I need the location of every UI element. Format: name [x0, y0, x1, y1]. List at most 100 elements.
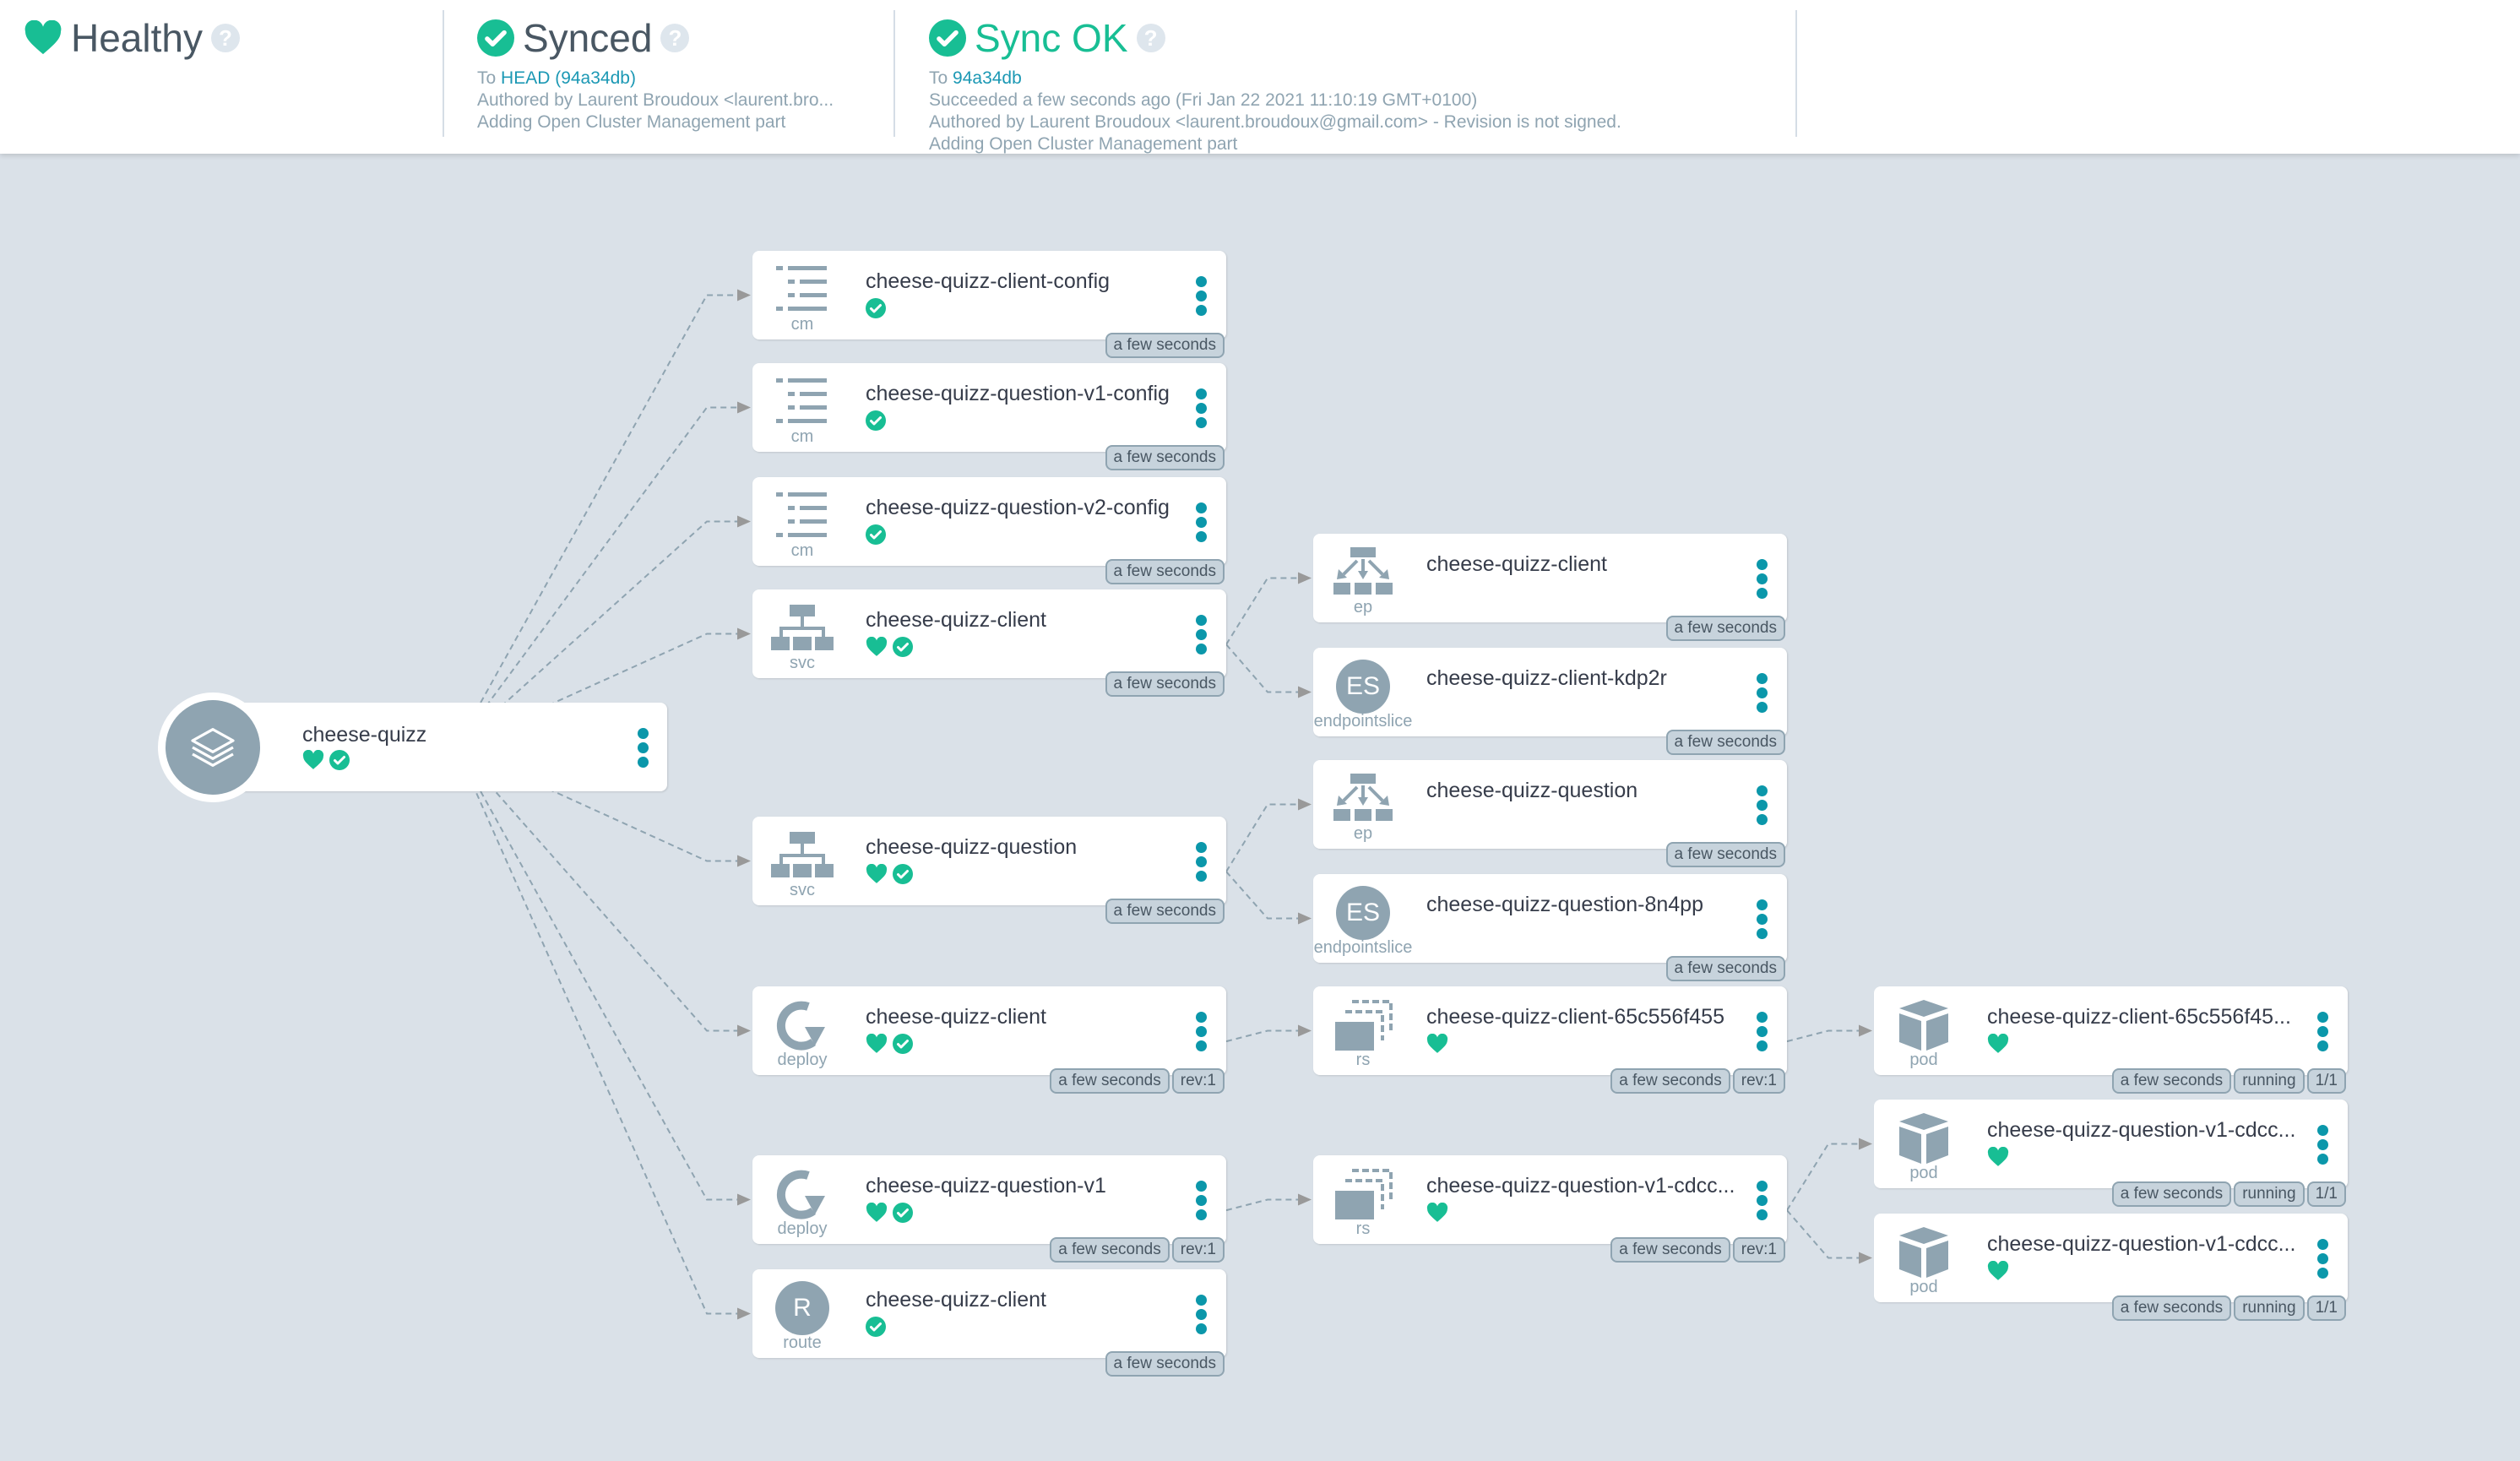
- operation-status-panel: Sync OK ? To 94a34db Succeeded a few sec…: [929, 8, 1621, 155]
- replicaset-icon: [1332, 1167, 1394, 1221]
- replicaset-icon: [1332, 998, 1394, 1052]
- revision-link[interactable]: HEAD (94a34db): [501, 68, 636, 88]
- deploy-icon: [771, 1167, 834, 1221]
- node-status: [1987, 1034, 2009, 1054]
- resource-node-pod[interactable]: pod cheese-quizz-question-v1-cdcc... a f…: [1874, 1100, 2348, 1207]
- pod-icon: [1893, 998, 1955, 1052]
- node-menu-button[interactable]: [1757, 1012, 1768, 1051]
- node-status: [866, 864, 913, 884]
- node-menu-button[interactable]: [1196, 502, 1208, 542]
- question-icon[interactable]: ?: [660, 24, 690, 52]
- arrow-head-icon: [737, 1307, 751, 1320]
- configmap-icon: [771, 375, 834, 429]
- node-menu-button[interactable]: [638, 728, 649, 768]
- node-tag: a few seconds: [2111, 1181, 2232, 1207]
- node-menu-button[interactable]: [1757, 673, 1768, 713]
- node-name: cheese-quizz-question: [1426, 779, 1638, 802]
- resource-node-endpointslice[interactable]: ES endpointslice cheese-quizz-client-kdp…: [1313, 648, 1787, 755]
- sync-message: Adding Open Cluster Management part: [477, 112, 786, 132]
- resource-node-svc[interactable]: svc cheese-quizz-question a few seconds: [752, 817, 1226, 924]
- resource-node-rs[interactable]: rs cheese-quizz-client-65c556f455 a few …: [1313, 986, 1787, 1094]
- resource-node-rs[interactable]: rs cheese-quizz-question-v1-cdcc... a fe…: [1313, 1155, 1787, 1263]
- node-menu-button[interactable]: [1196, 1012, 1208, 1051]
- node-menu-button[interactable]: [2317, 1012, 2329, 1051]
- node-tag: a few seconds: [1665, 730, 1785, 755]
- node-tag: running: [2234, 1181, 2305, 1207]
- node-tag: rev:1: [1732, 1237, 1785, 1263]
- node-tag: a few seconds: [1050, 1068, 1170, 1094]
- arrow-head-icon: [737, 289, 751, 301]
- node-tags: a few seconds rev:1: [1050, 1237, 1225, 1263]
- heart-icon: [1987, 1147, 2009, 1166]
- heart-icon: [1426, 1034, 1448, 1053]
- resource-node-endpointslice[interactable]: ES endpointslice cheese-quizz-question-8…: [1313, 874, 1787, 981]
- node-menu-button[interactable]: [1757, 785, 1768, 825]
- node-kind: endpointslice: [1313, 938, 1413, 957]
- health-status-label: Healthy: [71, 16, 203, 60]
- question-icon[interactable]: ?: [210, 24, 240, 52]
- node-menu-button[interactable]: [2317, 1239, 2329, 1279]
- resource-node-cm[interactable]: cm cheese-quizz-client-config a few seco…: [752, 251, 1226, 358]
- node-tags: a few seconds running 1/1: [2111, 1068, 2346, 1094]
- arrow-head-icon: [737, 1024, 751, 1037]
- node-tag: a few seconds: [1105, 899, 1225, 924]
- node-menu-button[interactable]: [1196, 1295, 1208, 1334]
- pod-icon: [1893, 1111, 1955, 1165]
- node-menu-button[interactable]: [1757, 559, 1768, 599]
- edge-svc2-es2: [1225, 871, 1300, 920]
- node-menu-button[interactable]: [1757, 899, 1768, 939]
- node-tag: a few seconds: [1665, 842, 1785, 867]
- deploy-icon: [771, 998, 834, 1052]
- node-kind: cm: [790, 427, 814, 446]
- edge-dep1-rs1: [1225, 1029, 1300, 1043]
- node-name: cheese-quizz-client: [866, 608, 1046, 632]
- resource-node-deploy[interactable]: deploy cheese-quizz-question-v1 a few se…: [752, 1155, 1226, 1263]
- arrow-head-icon: [1859, 1138, 1872, 1150]
- node-menu-button[interactable]: [1196, 388, 1208, 428]
- app-status-header: Healthy ? Synced ? To HEAD (94a34db) Aut…: [0, 0, 2520, 154]
- divider: [893, 10, 895, 137]
- arrow-head-icon: [1859, 1024, 1872, 1037]
- node-tag: a few seconds: [1050, 1237, 1170, 1263]
- resource-node-pod[interactable]: pod cheese-quizz-question-v1-cdcc... a f…: [1874, 1214, 2348, 1321]
- resource-node-route[interactable]: R route cheese-quizz-client a few second…: [752, 1269, 1226, 1377]
- node-status: [302, 750, 350, 770]
- check-circle-icon: [866, 298, 886, 318]
- node-name: cheese-quizz-question-v1-cdcc...: [1987, 1232, 2296, 1256]
- node-menu-button[interactable]: [1196, 842, 1208, 882]
- node-menu-button[interactable]: [1196, 615, 1208, 654]
- root-app-node[interactable]: cheese-quizz: [213, 703, 667, 791]
- node-name: cheese-quizz-client: [866, 1288, 1046, 1312]
- question-icon[interactable]: ?: [1136, 24, 1165, 52]
- heart-icon: [1987, 1261, 2009, 1280]
- resource-node-pod[interactable]: pod cheese-quizz-client-65c556f45... a f…: [1874, 986, 2348, 1094]
- node-menu-button[interactable]: [1196, 276, 1208, 316]
- resource-node-deploy[interactable]: deploy cheese-quizz-client a few seconds…: [752, 986, 1226, 1094]
- node-kind: ep: [1353, 824, 1373, 843]
- node-tag: a few seconds: [1665, 616, 1785, 641]
- edge-root-cm2: [455, 406, 739, 748]
- node-status: [866, 1317, 886, 1337]
- arrow-head-icon: [737, 855, 751, 867]
- node-tag: rev:1: [1171, 1237, 1225, 1263]
- arrow-head-icon: [737, 401, 751, 414]
- arrow-head-icon: [737, 627, 751, 640]
- resource-node-svc[interactable]: svc cheese-quizz-client a few seconds: [752, 589, 1226, 697]
- configmap-icon: [771, 489, 834, 543]
- check-circle-icon: [893, 1203, 913, 1223]
- node-menu-button[interactable]: [1196, 1181, 1208, 1220]
- node-name: cheese-quizz-question-v2-config: [866, 496, 1170, 519]
- service-icon: [771, 828, 834, 883]
- revision-link[interactable]: 94a34db: [953, 68, 1022, 88]
- resource-node-cm[interactable]: cm cheese-quizz-question-v2-config a few…: [752, 477, 1226, 584]
- operation-message: Adding Open Cluster Management part: [929, 134, 1238, 154]
- resource-node-cm[interactable]: cm cheese-quizz-question-v1-config a few…: [752, 363, 1226, 470]
- node-menu-button[interactable]: [2317, 1125, 2329, 1165]
- resource-node-ep[interactable]: ep cheese-quizz-client a few seconds: [1313, 534, 1787, 641]
- node-tag: 1/1: [2306, 1068, 2346, 1094]
- edge-rs1-pod1: [1786, 1029, 1860, 1043]
- node-menu-button[interactable]: [1757, 1181, 1768, 1220]
- resource-node-ep[interactable]: ep cheese-quizz-question a few seconds: [1313, 760, 1787, 867]
- node-name: cheese-quizz-client: [1426, 552, 1607, 576]
- node-kind: cm: [790, 541, 814, 560]
